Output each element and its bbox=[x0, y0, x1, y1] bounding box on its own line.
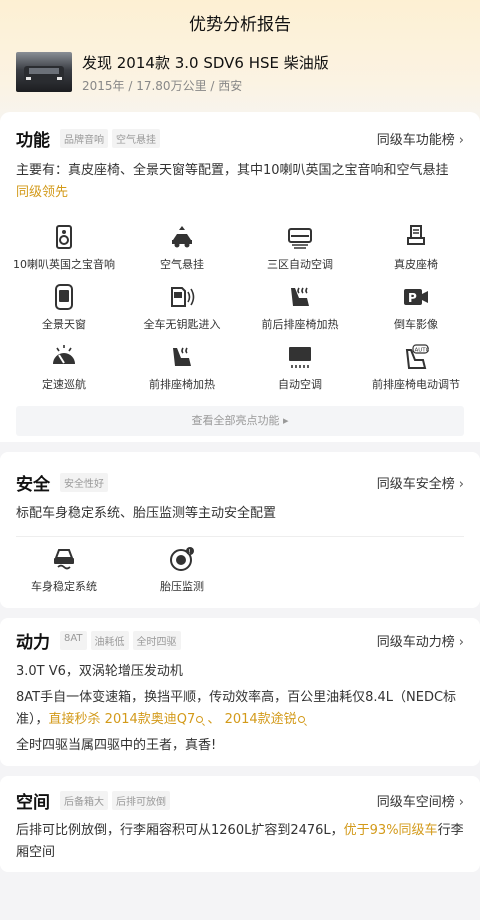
chevron-right-icon: › bbox=[458, 795, 464, 810]
caret-right-icon: ▸ bbox=[282, 414, 289, 427]
view-all-features-button[interactable]: 查看全部亮点功能 ▸ bbox=[16, 406, 464, 436]
feature-item: 空气悬挂 bbox=[122, 224, 242, 272]
divider bbox=[16, 536, 464, 537]
sunroof-icon bbox=[55, 284, 73, 310]
ac-icon bbox=[288, 228, 312, 249]
tag: 全时四驱 bbox=[132, 631, 181, 650]
tag: 8AT bbox=[60, 631, 87, 650]
safety-tags: 安全性好 bbox=[60, 473, 108, 492]
air-suspension-icon bbox=[172, 226, 192, 248]
tag: 油耗低 bbox=[90, 631, 129, 650]
feature-item: 全车无钥匙进入 bbox=[122, 284, 242, 332]
feature-item: 车身稳定系统 bbox=[4, 546, 124, 594]
svg-text:!: ! bbox=[188, 548, 190, 555]
space-rank-link[interactable]: 同级车空间榜 › bbox=[377, 791, 464, 810]
function-card: 功能 品牌音响 空气悬挂 同级车功能榜 › 主要有：真皮座椅、全景天窗等配置，其中… bbox=[0, 112, 480, 442]
car-meta: 2015年 / 17.80万公里 / 西安 bbox=[82, 79, 243, 93]
seat-heating-icon bbox=[291, 287, 309, 306]
safety-card: 安全 安全性好 同级车安全榜 › 标配车身稳定系统、胎压监测等主动安全配置 车身稳… bbox=[0, 452, 480, 608]
auto-ac-icon bbox=[289, 347, 311, 368]
power-rank-link[interactable]: 同级车动力榜 › bbox=[377, 631, 464, 650]
chevron-right-icon: › bbox=[458, 477, 464, 492]
feature-item: 前后排座椅加热 bbox=[240, 284, 360, 332]
feature-item: AUTO 前排座椅电动调节 bbox=[356, 344, 476, 392]
compare-link-2[interactable]: 2014款途锐 bbox=[225, 712, 305, 727]
tag: 后备箱大 bbox=[60, 791, 108, 810]
car-name: 发现 2014款 3.0 SDV6 HSE 柴油版 bbox=[82, 54, 329, 72]
section-title: 安全 bbox=[16, 475, 50, 495]
keyless-entry-icon bbox=[171, 287, 195, 307]
feature-item: 自动空调 bbox=[240, 344, 360, 392]
function-rank-link[interactable]: 同级车功能榜 › bbox=[377, 129, 464, 148]
power-tags: 8AT 油耗低 全时四驱 bbox=[60, 631, 181, 650]
space-summary: 后排可比例放倒，行李厢容积可从1260L扩容到2476L，优于93%同级车行李厢… bbox=[16, 823, 464, 860]
svg-text:AUTO: AUTO bbox=[415, 348, 430, 354]
speaker-icon bbox=[56, 225, 72, 249]
search-icon bbox=[196, 716, 204, 723]
front-seat-heating-icon bbox=[173, 347, 191, 366]
power-card: 动力 8AT 油耗低 全时四驱 同级车动力榜 › 3.0T V6，双涡轮增压发动机… bbox=[0, 618, 480, 766]
tag: 后排可放倒 bbox=[112, 791, 170, 810]
tire-pressure-icon: ! bbox=[170, 547, 194, 571]
power-engine: 3.0T V6，双涡轮增压发动机 bbox=[16, 664, 183, 679]
function-summary: 主要有：真皮座椅、全景天窗等配置，其中10喇叭英国之宝音响和空气悬挂 同级领先 bbox=[16, 163, 449, 200]
tag: 品牌音响 bbox=[60, 129, 108, 148]
search-icon bbox=[297, 716, 305, 723]
section-title: 功能 bbox=[16, 131, 50, 151]
power-seat-icon: AUTO bbox=[405, 344, 430, 369]
power-gearbox: 8AT手自一体变速箱，换挡平顺，传动效率高，百公里油耗仅8.4L（NEDC标准）… bbox=[16, 690, 457, 727]
car-thumbnail bbox=[16, 52, 72, 92]
safety-summary: 标配车身稳定系统、胎压监测等主动安全配置 bbox=[16, 506, 277, 521]
section-title: 动力 bbox=[16, 633, 50, 653]
feature-item: 前排座椅加热 bbox=[122, 344, 242, 392]
space-header: 空间 后备箱大 后排可放倒 同级车空间榜 › bbox=[16, 788, 464, 813]
svg-text:P: P bbox=[408, 291, 417, 305]
function-tags: 品牌音响 空气悬挂 bbox=[60, 129, 160, 148]
feature-item: ! 胎压监测 bbox=[122, 546, 242, 594]
feature-item: 10喇叭英国之宝音响 bbox=[4, 224, 124, 272]
chevron-right-icon: › bbox=[458, 133, 464, 148]
parking-camera-icon: P bbox=[404, 289, 428, 305]
feature-item: P 倒车影像 bbox=[356, 284, 476, 332]
page-title: 优势分析报告 bbox=[189, 15, 291, 35]
feature-item: 全景天窗 bbox=[4, 284, 124, 332]
feature-item: 定速巡航 bbox=[4, 344, 124, 392]
car-header: 发现 2014款 3.0 SDV6 HSE 柴油版 2015年 / 17.80万… bbox=[16, 52, 464, 94]
compare-link-1[interactable]: 2014款奥迪Q7 bbox=[105, 712, 204, 727]
chevron-right-icon: › bbox=[458, 635, 464, 650]
space-tags: 后备箱大 后排可放倒 bbox=[60, 791, 170, 810]
function-header: 功能 品牌音响 空气悬挂 同级车功能榜 › bbox=[16, 126, 464, 151]
tag: 安全性好 bbox=[60, 473, 108, 492]
safety-rank-link[interactable]: 同级车安全榜 › bbox=[377, 473, 464, 492]
leather-seat-icon bbox=[407, 225, 425, 245]
power-awd: 全时四驱当属四驱中的王者，真香! bbox=[16, 738, 217, 753]
feature-item: 真皮座椅 bbox=[356, 224, 476, 272]
tag: 空气悬挂 bbox=[112, 129, 160, 148]
safety-header: 安全 安全性好 同级车安全榜 › bbox=[16, 470, 464, 495]
feature-item: 三区自动空调 bbox=[240, 224, 360, 272]
stability-control-icon bbox=[54, 549, 74, 570]
space-card: 空间 后备箱大 后排可放倒 同级车空间榜 › 后排可比例放倒，行李厢容积可从126… bbox=[0, 776, 480, 872]
section-title: 空间 bbox=[16, 793, 50, 813]
cruise-control-icon bbox=[53, 345, 75, 364]
power-header: 动力 8AT 油耗低 全时四驱 同级车动力榜 › bbox=[16, 628, 464, 653]
